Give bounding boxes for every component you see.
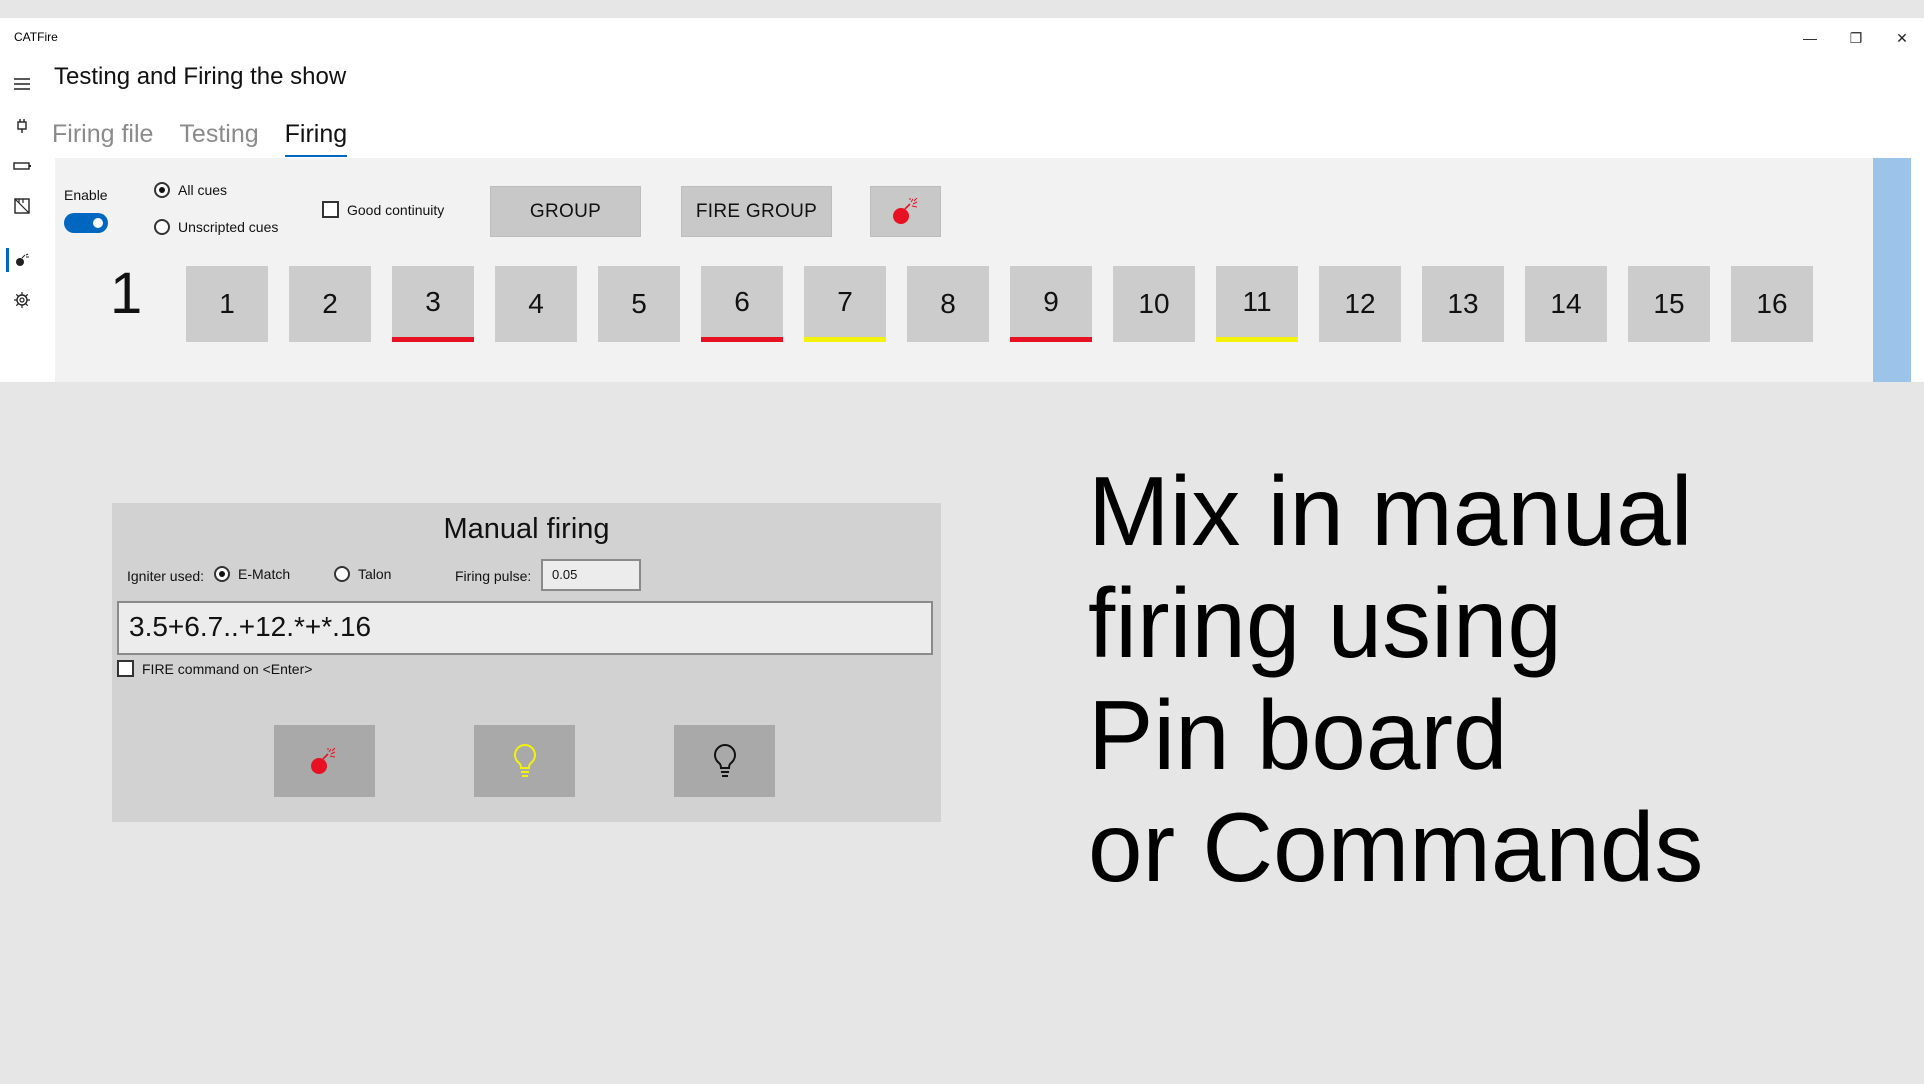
cue-button-8[interactable]: 8 xyxy=(907,266,989,342)
command-input[interactable]: 3.5+6.7..+12.*+*.16 xyxy=(117,601,933,655)
cue-button-1[interactable]: 1 xyxy=(186,266,268,342)
group-number: 1 xyxy=(110,261,143,326)
radio-ematch-label: E-Match xyxy=(238,566,291,582)
cue-button-14[interactable]: 14 xyxy=(1525,266,1607,342)
cue-button-13[interactable]: 13 xyxy=(1422,266,1504,342)
radio-all-cues-label: All cues xyxy=(178,182,228,198)
group-button[interactable]: GROUP xyxy=(490,186,641,237)
tab-bar: Firing file Testing Firing xyxy=(52,120,347,157)
app-window: CATFire — ❐ ✕ Testing and Firing the sho… xyxy=(0,18,1924,382)
app-title: CATFire xyxy=(14,30,58,44)
radio-ematch[interactable]: E-Match xyxy=(214,566,290,582)
radio-talon-label: Talon xyxy=(358,566,392,582)
enable-label: Enable xyxy=(64,187,108,203)
minimize-button[interactable]: — xyxy=(1798,26,1822,50)
firing-pulse-input[interactable]: 0.05 xyxy=(541,559,641,591)
radio-indicator[interactable] xyxy=(154,182,170,198)
radio-unscripted-label: Unscripted cues xyxy=(178,219,279,235)
fire-group-button[interactable]: FIRE GROUP xyxy=(681,186,832,237)
checkbox-indicator[interactable] xyxy=(117,660,134,677)
light-off-button[interactable] xyxy=(674,725,775,797)
enable-toggle[interactable] xyxy=(64,213,108,233)
good-continuity-checkbox[interactable]: Good continuity xyxy=(322,201,444,218)
lightbulb-icon xyxy=(713,743,736,777)
firing-pulse-label: Firing pulse: xyxy=(455,568,532,584)
scrollbar[interactable] xyxy=(1873,158,1911,382)
cue-button-6[interactable]: 6 xyxy=(701,266,783,342)
radio-indicator[interactable] xyxy=(154,219,170,235)
bomb-icon xyxy=(310,747,335,774)
plug-icon[interactable] xyxy=(10,114,34,138)
lightbulb-yellow-icon xyxy=(513,743,536,777)
promo-line: firing using xyxy=(1088,568,1562,678)
promo-line: Mix in manual xyxy=(1088,456,1693,566)
manual-firing-panel: Manual firing Igniter used: E-Match Talo… xyxy=(112,503,941,822)
tab-firing[interactable]: Firing xyxy=(284,120,347,157)
bomb-icon[interactable] xyxy=(10,248,34,272)
cue-button-9[interactable]: 9 xyxy=(1010,266,1092,342)
tab-firing-file[interactable]: Firing file xyxy=(52,120,153,157)
radio-unscripted-cues[interactable]: Unscripted cues xyxy=(154,219,278,235)
cue-button-11[interactable]: 11 xyxy=(1216,266,1298,342)
manual-fire-button[interactable] xyxy=(274,725,375,797)
cue-button-3[interactable]: 3 xyxy=(392,266,474,342)
cue-button-4[interactable]: 4 xyxy=(495,266,577,342)
cue-button-15[interactable]: 15 xyxy=(1628,266,1710,342)
cue-button-12[interactable]: 12 xyxy=(1319,266,1401,342)
promo-line: or Commands xyxy=(1088,792,1704,902)
igniter-label: Igniter used: xyxy=(127,568,205,584)
title-bar: CATFire — ❐ ✕ xyxy=(0,18,1924,58)
radio-all-cues[interactable]: All cues xyxy=(154,182,227,198)
page-title: Testing and Firing the show xyxy=(54,63,347,90)
selected-indicator xyxy=(6,248,9,272)
checkbox-indicator[interactable] xyxy=(322,201,339,218)
cue-button-5[interactable]: 5 xyxy=(598,266,680,342)
battery-icon[interactable] xyxy=(10,154,34,178)
good-continuity-label: Good continuity xyxy=(347,201,445,218)
gear-icon[interactable] xyxy=(10,288,34,312)
ruler-icon[interactable] xyxy=(10,194,34,218)
cue-button-2[interactable]: 2 xyxy=(289,266,371,342)
fire-on-enter-checkbox[interactable]: FIRE command on <Enter> xyxy=(117,660,312,677)
promo-text: Mix in manual firing using Pin board or … xyxy=(1088,455,1888,903)
test-light-button[interactable] xyxy=(474,725,575,797)
radio-talon[interactable]: Talon xyxy=(334,566,391,582)
close-button[interactable]: ✕ xyxy=(1890,26,1914,50)
restore-button[interactable]: ❐ xyxy=(1844,26,1868,50)
sidebar xyxy=(0,58,44,382)
radio-indicator[interactable] xyxy=(214,566,230,582)
cue-button-10[interactable]: 10 xyxy=(1113,266,1195,342)
tab-testing[interactable]: Testing xyxy=(179,120,258,157)
fire-button[interactable] xyxy=(870,186,941,237)
radio-indicator[interactable] xyxy=(334,566,350,582)
promo-line: Pin board xyxy=(1088,680,1508,790)
cue-button-16[interactable]: 16 xyxy=(1731,266,1813,342)
manual-firing-title: Manual firing xyxy=(443,513,610,545)
firing-panel: Enable All cues Unscripted cues Good con… xyxy=(55,158,1873,382)
toggle-knob xyxy=(93,218,103,228)
fire-on-enter-label: FIRE command on <Enter> xyxy=(142,660,313,677)
cue-button-7[interactable]: 7 xyxy=(804,266,886,342)
hamburger-menu-icon[interactable] xyxy=(10,72,34,96)
bomb-icon xyxy=(892,197,917,224)
